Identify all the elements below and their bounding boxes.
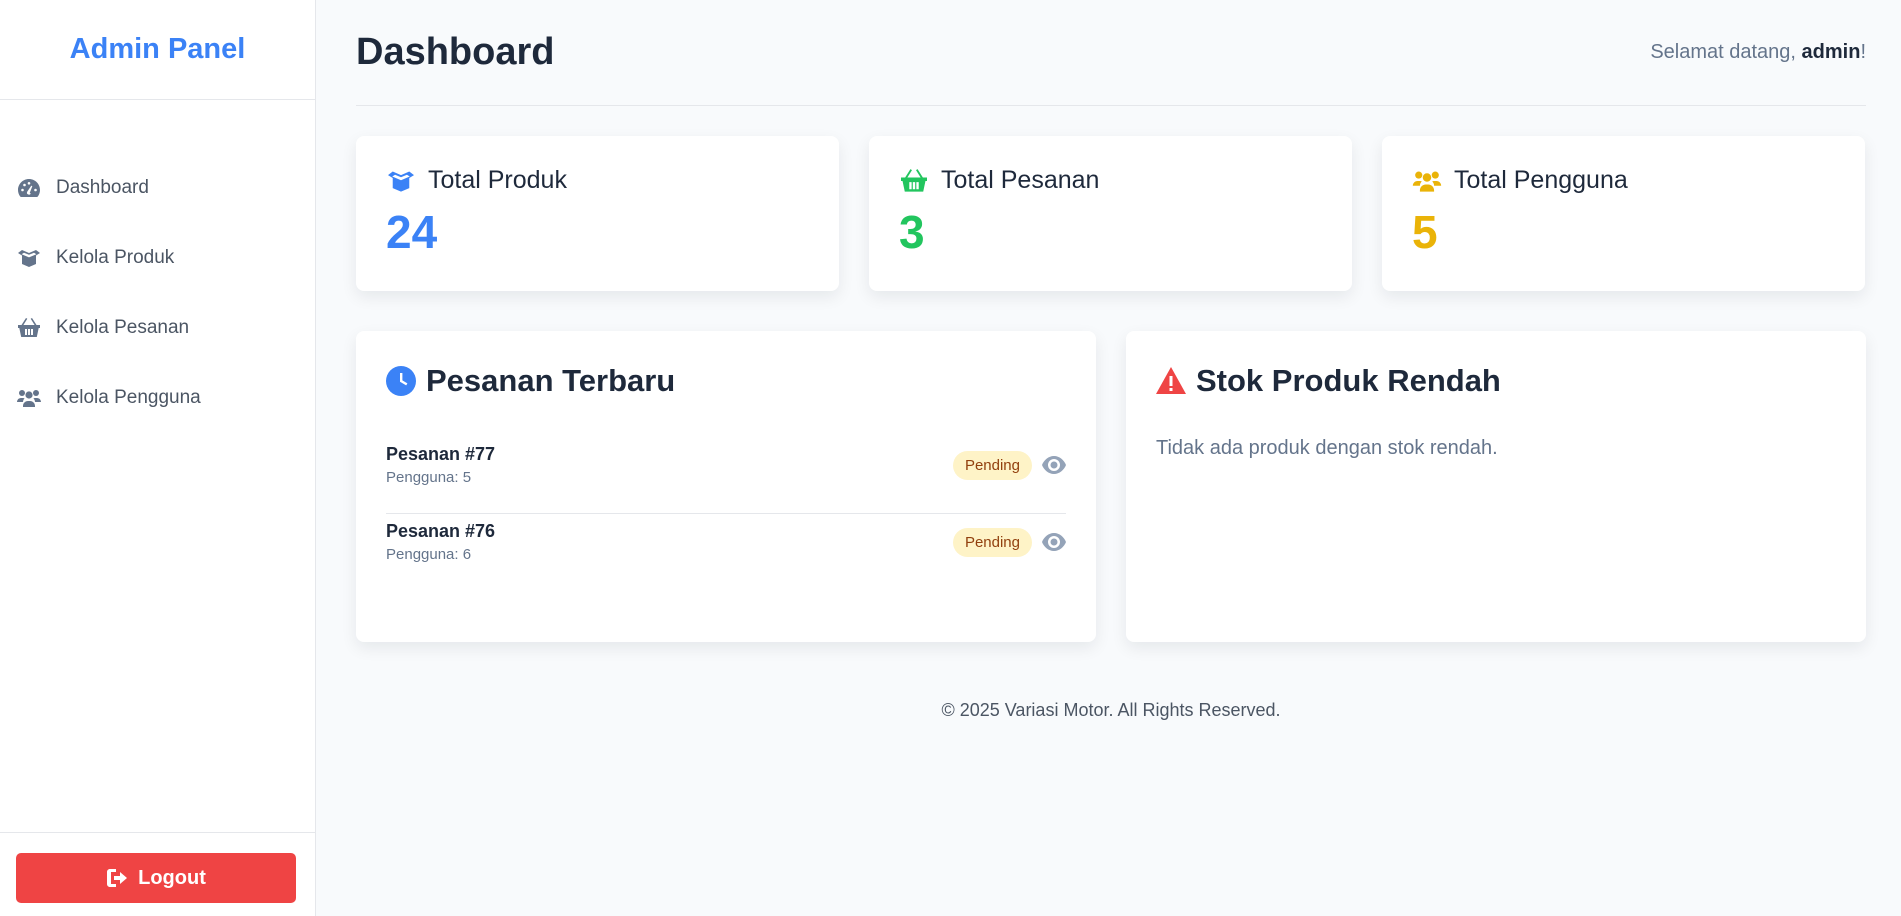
sidebar: Admin Panel Dashboard Kelola Produk Kelo… xyxy=(0,0,316,916)
welcome-prefix: Selamat datang, xyxy=(1650,41,1802,63)
eye-icon[interactable] xyxy=(1042,456,1066,474)
sidebar-item-label: Kelola Produk xyxy=(56,247,175,268)
sidebar-item-kelola-produk[interactable]: Kelola Produk xyxy=(0,223,315,293)
order-id: Pesanan #77 xyxy=(386,444,496,464)
stat-card-pengguna: Total Pengguna 5 xyxy=(1382,136,1865,291)
sidebar-item-label: Kelola Pengguna xyxy=(56,387,201,408)
stat-value: 3 xyxy=(899,206,925,258)
status-badge: Pending xyxy=(952,450,1032,480)
low-stock-panel: Stok Produk Rendah Tidak ada produk deng… xyxy=(1126,331,1866,642)
list-item: Pesanan #76 Pengguna: 6 Pending xyxy=(386,514,1066,570)
list-item: Pesanan #77 Pengguna: 5 Pending xyxy=(386,437,1066,493)
welcome-suffix: ! xyxy=(1860,41,1866,63)
panel-title: Pesanan Terbaru xyxy=(426,363,676,398)
stat-card-pesanan: Total Pesanan 3 xyxy=(869,136,1352,291)
sign-out-icon xyxy=(107,869,128,887)
stat-card-produk: Total Produk 24 xyxy=(356,136,839,291)
order-user: Pengguna: 5 xyxy=(386,469,472,486)
sidebar-item-kelola-pengguna[interactable]: Kelola Pengguna xyxy=(0,363,315,433)
page-title: Dashboard xyxy=(356,31,555,73)
logout-label: Logout xyxy=(138,866,206,889)
sidebar-item-label: Dashboard xyxy=(56,177,149,198)
users-icon xyxy=(1412,171,1442,192)
sidebar-footer: Logout xyxy=(0,832,316,916)
empty-state-text: Tidak ada produk dengan stok rendah. xyxy=(1156,437,1498,459)
panel-title: Stok Produk Rendah xyxy=(1196,363,1501,398)
status-badge: Pending xyxy=(952,527,1032,557)
main-content: Dashboard Selamat datang, admin! Total P… xyxy=(356,0,1866,721)
basket-icon xyxy=(16,317,42,339)
top-bar: Dashboard Selamat datang, admin! xyxy=(356,0,1866,106)
stat-value: 5 xyxy=(1412,206,1438,258)
warning-icon xyxy=(1156,367,1186,394)
brand-title: Admin Panel xyxy=(0,0,315,100)
logout-button[interactable]: Logout xyxy=(16,853,296,903)
stats-row: Total Produk 24 Total Pesanan 3 Total Pe… xyxy=(356,136,1866,291)
stat-value: 24 xyxy=(386,206,438,258)
stat-label: Total Produk xyxy=(428,166,567,194)
sidebar-nav: Dashboard Kelola Produk Kelola Pesanan K… xyxy=(0,100,315,433)
stat-label: Total Pengguna xyxy=(1454,166,1628,194)
username: admin xyxy=(1801,41,1861,63)
sidebar-item-kelola-pesanan[interactable]: Kelola Pesanan xyxy=(0,293,315,363)
users-icon xyxy=(16,387,42,409)
welcome-message: Selamat datang, admin! xyxy=(1650,41,1866,64)
sidebar-item-label: Kelola Pesanan xyxy=(56,317,190,338)
basket-icon xyxy=(901,168,927,192)
clock-icon xyxy=(386,366,416,396)
box-open-icon xyxy=(16,247,42,269)
order-user: Pengguna: 6 xyxy=(386,546,472,563)
stat-label: Total Pesanan xyxy=(941,166,1100,194)
footer: © 2025 Variasi Motor. All Rights Reserve… xyxy=(941,700,1281,720)
sidebar-item-dashboard[interactable]: Dashboard xyxy=(0,153,315,223)
orders-list: Pesanan #77 Pengguna: 5 Pending Pesanan … xyxy=(386,437,1066,570)
gauge-icon xyxy=(16,177,42,199)
panels-row: Pesanan Terbaru Pesanan #77 Pengguna: 5 … xyxy=(356,331,1866,642)
box-open-icon xyxy=(388,171,414,192)
eye-icon[interactable] xyxy=(1042,533,1066,551)
order-id: Pesanan #76 xyxy=(386,521,496,541)
recent-orders-panel: Pesanan Terbaru Pesanan #77 Pengguna: 5 … xyxy=(356,331,1096,642)
